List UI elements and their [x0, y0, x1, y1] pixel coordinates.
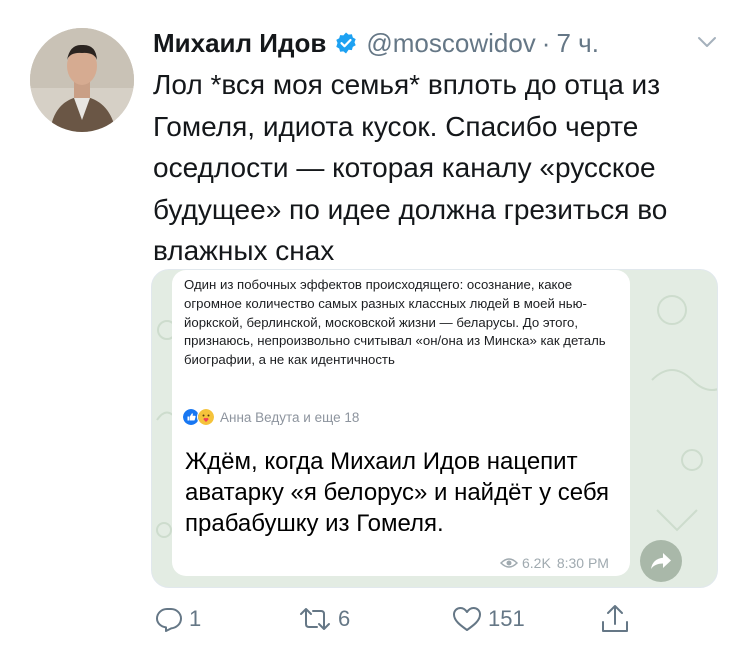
verified-badge-icon	[336, 32, 357, 54]
like-count: 151	[488, 606, 525, 631]
header-separator: ·	[541, 27, 551, 58]
share-arrow-icon	[651, 553, 671, 569]
tweet-header: Михаил Идов @moscowidov · 7 ч.	[153, 26, 599, 60]
message-meta: 6.2K 8:30 PM	[500, 555, 609, 571]
tweet-timestamp[interactable]: 7 ч.	[556, 28, 598, 59]
tweet-text: Лол *вся моя семья* вплоть до отца из Го…	[153, 69, 668, 266]
reactions-label: Анна Ведута и еще 18	[220, 409, 360, 425]
retweet-count: 6	[338, 606, 351, 631]
caret-down-icon[interactable]	[696, 34, 718, 50]
share-message-button[interactable]	[640, 540, 682, 582]
avatar-photo	[30, 28, 134, 132]
message-time: 8:30 PM	[556, 555, 609, 571]
share-button[interactable]	[600, 603, 630, 635]
message-text: Ждём, когда Михаил Идов нацепит аватарку…	[185, 448, 610, 537]
share-icon	[602, 605, 628, 632]
reactions-row: Анна Ведута и еще 18	[182, 407, 359, 427]
eye-icon	[500, 558, 518, 568]
message-bubble: Один из побочных эффектов происходящего:…	[172, 270, 630, 576]
tweet-actions: 1 6 151	[0, 603, 750, 639]
like-icon	[453, 607, 481, 631]
message-views: 6.2K	[522, 555, 551, 571]
like-button[interactable]: 151	[452, 605, 525, 633]
retweet-icon	[300, 608, 330, 630]
author-handle[interactable]: @moscowidov	[366, 28, 535, 59]
reply-button[interactable]: 1	[155, 605, 201, 633]
quoted-post-text: Один из побочных эффектов происходящего:…	[184, 277, 606, 368]
author-avatar[interactable]	[30, 28, 134, 132]
reply-count: 1	[189, 606, 202, 631]
retweet-button[interactable]: 6	[298, 605, 350, 633]
reply-icon	[156, 608, 182, 632]
tweet-media-image[interactable]: Один из побочных эффектов происходящего:…	[151, 269, 718, 588]
love-reaction-icon	[197, 408, 215, 426]
author-name[interactable]: Михаил Идов	[153, 28, 326, 59]
